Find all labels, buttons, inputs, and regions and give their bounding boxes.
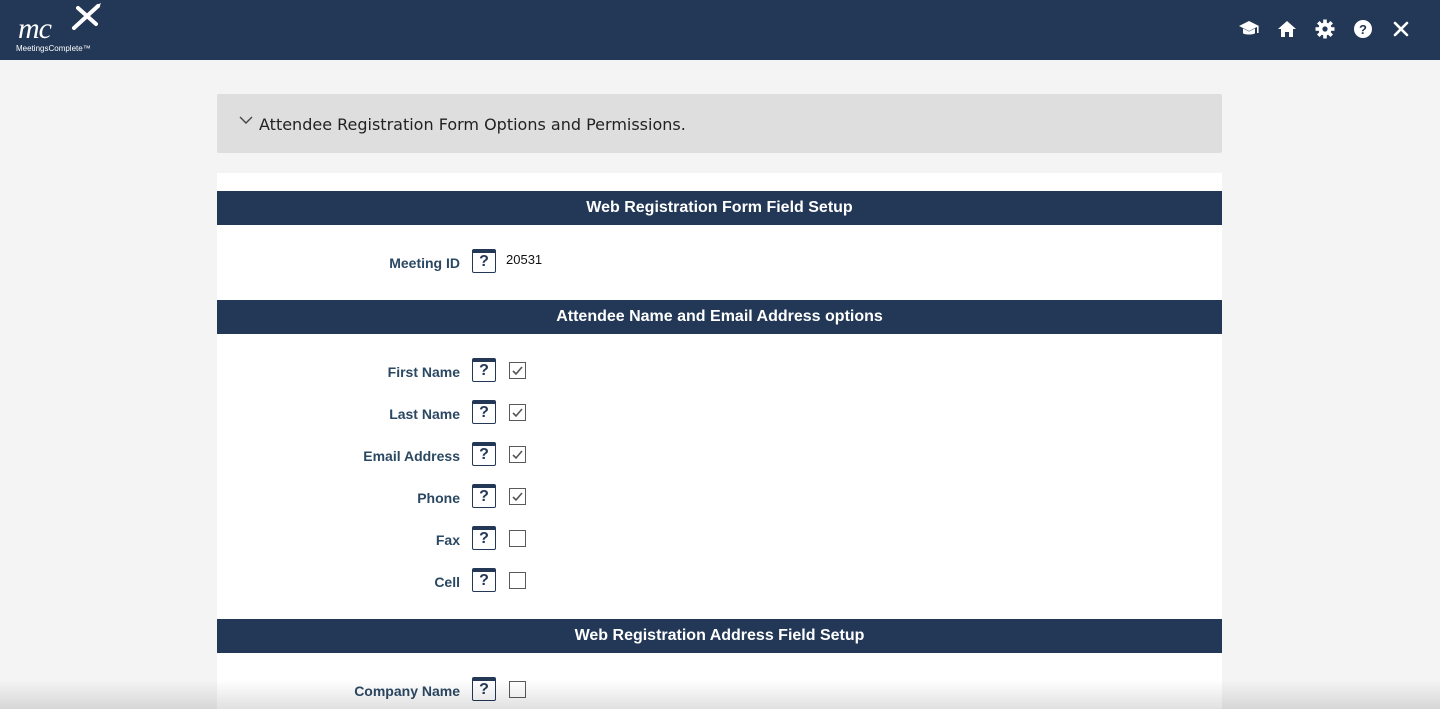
first-name-label: First Name	[387, 364, 460, 380]
phone-help-button[interactable]: ?	[472, 484, 496, 508]
panel-title: Attendee Registration Form Options and P…	[259, 115, 686, 134]
graduation-cap-icon[interactable]	[1238, 18, 1260, 40]
email-address-help-button[interactable]: ?	[472, 442, 496, 466]
help-icon[interactable]: ?	[1352, 18, 1374, 40]
cell-checkbox[interactable]	[509, 572, 526, 589]
logo-mark: mc	[18, 12, 52, 45]
top-nav-icons: ?	[1238, 18, 1412, 40]
section-header-address: Web Registration Address Field Setup	[217, 619, 1222, 653]
section-header-form-setup: Web Registration Form Field Setup	[217, 191, 1222, 225]
gear-icon[interactable]	[1314, 18, 1336, 40]
panel-header-registration-options[interactable]: Attendee Registration Form Options and P…	[217, 94, 1222, 153]
first-name-help-button[interactable]: ?	[472, 358, 496, 382]
last-name-label: Last Name	[389, 406, 460, 422]
phone-checkbox[interactable]	[509, 488, 526, 505]
checkmark-icon	[512, 491, 523, 501]
logo-text: MeetingsComplete™	[16, 44, 91, 53]
cell-label: Cell	[434, 574, 460, 590]
email-address-label: Email Address	[363, 448, 460, 464]
last-name-checkbox[interactable]	[509, 404, 526, 421]
checkmark-icon	[512, 365, 523, 375]
meetingscomplete-logo[interactable]: mc MeetingsComplete™	[14, 2, 104, 56]
checkmark-icon	[512, 407, 523, 417]
company-name-label: Company Name	[354, 683, 460, 699]
fax-label: Fax	[435, 532, 460, 548]
home-icon[interactable]	[1276, 18, 1298, 40]
phone-label: Phone	[417, 490, 460, 506]
company-name-checkbox[interactable]	[509, 681, 526, 698]
company-name-help-button[interactable]: ?	[472, 677, 496, 701]
meeting-id-label: Meeting ID	[389, 255, 460, 271]
checkmark-icon	[512, 449, 523, 459]
top-bar: mc MeetingsComplete™ ?	[0, 0, 1440, 60]
airplane-icon	[72, 3, 101, 30]
close-icon[interactable]	[1390, 18, 1412, 40]
section-header-name-email: Attendee Name and Email Address options	[217, 300, 1222, 334]
svg-text:?: ?	[1359, 22, 1367, 37]
meeting-id-value: 20531	[506, 252, 543, 267]
meeting-id-help-button[interactable]: ?	[472, 249, 496, 273]
first-name-checkbox[interactable]	[509, 362, 526, 379]
last-name-help-button[interactable]: ?	[472, 400, 496, 424]
email-address-checkbox[interactable]	[509, 446, 526, 463]
cell-help-button[interactable]: ?	[472, 568, 496, 592]
fax-checkbox[interactable]	[509, 530, 526, 547]
chevron-down-icon	[239, 116, 253, 124]
fax-help-button[interactable]: ?	[472, 526, 496, 550]
